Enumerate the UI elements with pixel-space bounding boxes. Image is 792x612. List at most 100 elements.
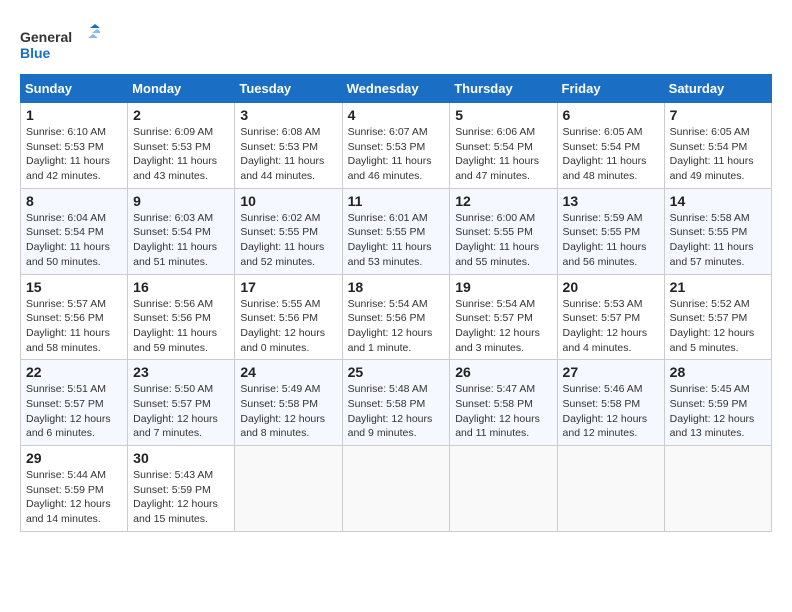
day-info: Sunrise: 6:06 AM Sunset: 5:54 PM Dayligh… [455,125,551,184]
calendar-cell: 27 Sunrise: 5:46 AM Sunset: 5:58 PM Dayli… [557,360,664,446]
day-info: Sunrise: 5:57 AM Sunset: 5:56 PM Dayligh… [26,297,122,356]
day-number: 6 [563,107,659,123]
calendar-week-row: 1 Sunrise: 6:10 AM Sunset: 5:53 PM Daylig… [21,103,772,189]
weekday-header: Tuesday [235,75,342,103]
day-info: Sunrise: 5:48 AM Sunset: 5:58 PM Dayligh… [348,382,445,441]
day-info: Sunrise: 6:05 AM Sunset: 5:54 PM Dayligh… [563,125,659,184]
weekday-header: Sunday [21,75,128,103]
day-number: 27 [563,364,659,380]
calendar-cell: 25 Sunrise: 5:48 AM Sunset: 5:58 PM Dayli… [342,360,450,446]
day-info: Sunrise: 5:52 AM Sunset: 5:57 PM Dayligh… [670,297,766,356]
day-number: 29 [26,450,122,466]
day-info: Sunrise: 5:43 AM Sunset: 5:59 PM Dayligh… [133,468,229,527]
day-info: Sunrise: 5:45 AM Sunset: 5:59 PM Dayligh… [670,382,766,441]
calendar-cell: 3 Sunrise: 6:08 AM Sunset: 5:53 PM Daylig… [235,103,342,189]
day-number: 3 [240,107,336,123]
day-number: 21 [670,279,766,295]
day-number: 7 [670,107,766,123]
calendar-cell: 19Sunrise: 5:54 AM Sunset: 5:57 PM Dayli… [450,274,557,360]
logo: General Blue [20,24,100,64]
svg-text:Blue: Blue [20,45,51,61]
calendar-cell: 11 Sunrise: 6:01 AM Sunset: 5:55 PM Dayli… [342,188,450,274]
day-number: 19 [455,279,551,295]
day-info: Sunrise: 6:07 AM Sunset: 5:53 PM Dayligh… [348,125,445,184]
day-number: 24 [240,364,336,380]
day-info: Sunrise: 5:50 AM Sunset: 5:57 PM Dayligh… [133,382,229,441]
day-info: Sunrise: 5:51 AM Sunset: 5:57 PM Dayligh… [26,382,122,441]
calendar-cell: 9 Sunrise: 6:03 AM Sunset: 5:54 PM Daylig… [128,188,235,274]
day-info: Sunrise: 6:04 AM Sunset: 5:54 PM Dayligh… [26,211,122,270]
day-number: 28 [670,364,766,380]
day-number: 30 [133,450,229,466]
day-number: 22 [26,364,122,380]
calendar-cell [664,446,771,532]
day-number: 14 [670,193,766,209]
day-number: 11 [348,193,445,209]
weekday-header: Monday [128,75,235,103]
day-number: 17 [240,279,336,295]
calendar-cell: 29 Sunrise: 5:44 AM Sunset: 5:59 PM Dayli… [21,446,128,532]
day-info: Sunrise: 6:08 AM Sunset: 5:53 PM Dayligh… [240,125,336,184]
calendar-cell: 28 Sunrise: 5:45 AM Sunset: 5:59 PM Dayli… [664,360,771,446]
calendar-cell: 2Sunrise: 6:09 AM Sunset: 5:53 PM Daylig… [128,103,235,189]
day-number: 25 [348,364,445,380]
day-info: Sunrise: 6:01 AM Sunset: 5:55 PM Dayligh… [348,211,445,270]
day-info: Sunrise: 6:10 AM Sunset: 5:53 PM Dayligh… [26,125,122,184]
calendar-cell: 18 Sunrise: 5:54 AM Sunset: 5:56 PM Dayli… [342,274,450,360]
calendar-cell: 15 Sunrise: 5:57 AM Sunset: 5:56 PM Dayli… [21,274,128,360]
calendar-cell [235,446,342,532]
day-info: Sunrise: 5:46 AM Sunset: 5:58 PM Dayligh… [563,382,659,441]
weekday-header: Wednesday [342,75,450,103]
day-number: 4 [348,107,445,123]
calendar-cell: 21 Sunrise: 5:52 AM Sunset: 5:57 PM Dayli… [664,274,771,360]
calendar-cell [557,446,664,532]
weekday-header: Saturday [664,75,771,103]
calendar-cell: 7 Sunrise: 6:05 AM Sunset: 5:54 PM Daylig… [664,103,771,189]
weekday-header: Friday [557,75,664,103]
calendar-week-row: 29 Sunrise: 5:44 AM Sunset: 5:59 PM Dayli… [21,446,772,532]
header: General Blue [20,20,772,64]
day-info: Sunrise: 6:03 AM Sunset: 5:54 PM Dayligh… [133,211,229,270]
calendar-cell: 30 Sunrise: 5:43 AM Sunset: 5:59 PM Dayli… [128,446,235,532]
day-info: Sunrise: 5:44 AM Sunset: 5:59 PM Dayligh… [26,468,122,527]
calendar-cell: 24 Sunrise: 5:49 AM Sunset: 5:58 PM Dayli… [235,360,342,446]
calendar-cell: 8 Sunrise: 6:04 AM Sunset: 5:54 PM Daylig… [21,188,128,274]
day-number: 23 [133,364,229,380]
day-info: Sunrise: 6:09 AM Sunset: 5:53 PM Dayligh… [133,125,229,184]
day-number: 18 [348,279,445,295]
day-info: Sunrise: 5:47 AM Sunset: 5:58 PM Dayligh… [455,382,551,441]
day-info: Sunrise: 5:54 AM Sunset: 5:56 PM Dayligh… [348,297,445,356]
calendar-cell: 6 Sunrise: 6:05 AM Sunset: 5:54 PM Daylig… [557,103,664,189]
calendar-cell: 20Sunrise: 5:53 AM Sunset: 5:57 PM Dayli… [557,274,664,360]
calendar-cell: 5 Sunrise: 6:06 AM Sunset: 5:54 PM Daylig… [450,103,557,189]
day-number: 10 [240,193,336,209]
day-number: 9 [133,193,229,209]
calendar-cell [342,446,450,532]
calendar-cell: 10 Sunrise: 6:02 AM Sunset: 5:55 PM Dayli… [235,188,342,274]
weekday-header-row: SundayMondayTuesdayWednesdayThursdayFrid… [21,75,772,103]
day-info: Sunrise: 5:59 AM Sunset: 5:55 PM Dayligh… [563,211,659,270]
calendar-cell: 14Sunrise: 5:58 AM Sunset: 5:55 PM Dayli… [664,188,771,274]
calendar-cell: 22 Sunrise: 5:51 AM Sunset: 5:57 PM Dayli… [21,360,128,446]
day-number: 12 [455,193,551,209]
calendar-cell: 16Sunrise: 5:56 AM Sunset: 5:56 PM Dayli… [128,274,235,360]
day-info: Sunrise: 6:00 AM Sunset: 5:55 PM Dayligh… [455,211,551,270]
day-number: 5 [455,107,551,123]
day-info: Sunrise: 6:02 AM Sunset: 5:55 PM Dayligh… [240,211,336,270]
calendar-week-row: 22 Sunrise: 5:51 AM Sunset: 5:57 PM Dayli… [21,360,772,446]
day-number: 8 [26,193,122,209]
day-info: Sunrise: 6:05 AM Sunset: 5:54 PM Dayligh… [670,125,766,184]
weekday-header: Thursday [450,75,557,103]
day-number: 26 [455,364,551,380]
calendar-cell [450,446,557,532]
calendar-cell: 1 Sunrise: 6:10 AM Sunset: 5:53 PM Daylig… [21,103,128,189]
calendar-cell: 17Sunrise: 5:55 AM Sunset: 5:56 PM Dayli… [235,274,342,360]
calendar-cell: 13 Sunrise: 5:59 AM Sunset: 5:55 PM Dayli… [557,188,664,274]
day-number: 16 [133,279,229,295]
day-info: Sunrise: 5:49 AM Sunset: 5:58 PM Dayligh… [240,382,336,441]
calendar-cell: 23 Sunrise: 5:50 AM Sunset: 5:57 PM Dayli… [128,360,235,446]
day-number: 15 [26,279,122,295]
calendar-week-row: 15 Sunrise: 5:57 AM Sunset: 5:56 PM Dayli… [21,274,772,360]
day-number: 1 [26,107,122,123]
day-number: 13 [563,193,659,209]
